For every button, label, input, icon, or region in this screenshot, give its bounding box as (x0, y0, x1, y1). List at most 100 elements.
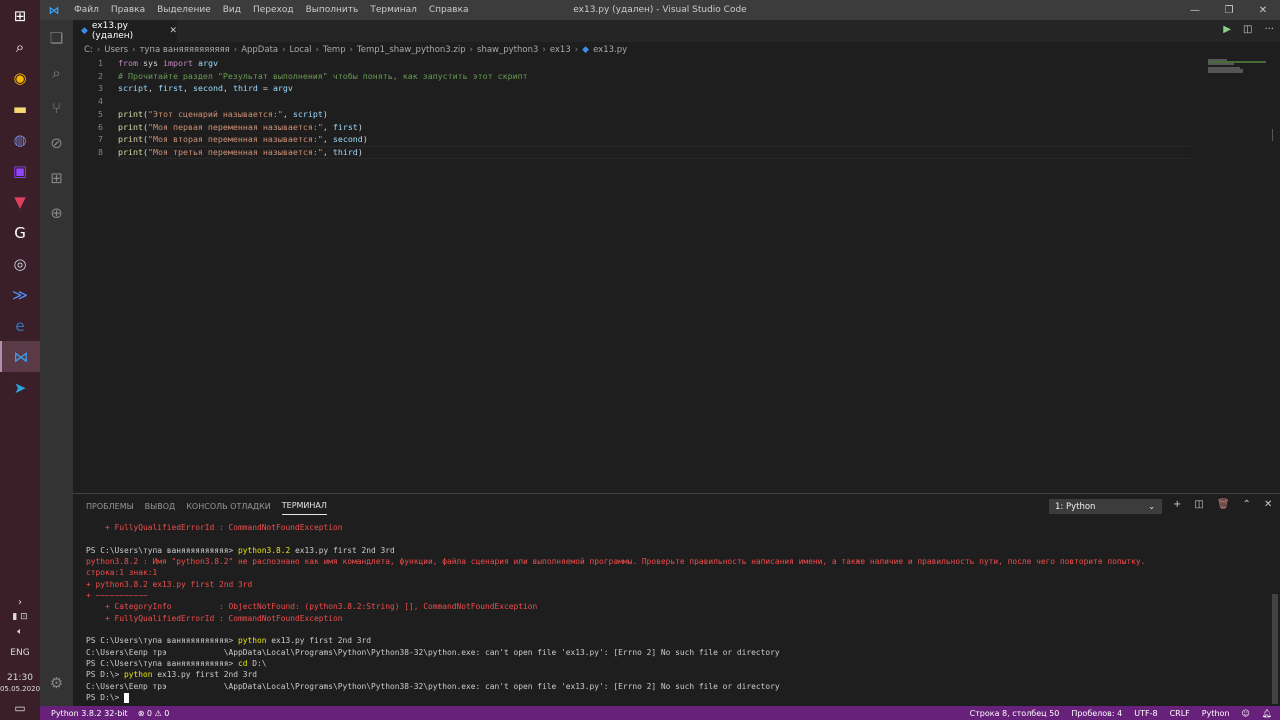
clock-date[interactable]: 05.05.2020 (0, 684, 40, 695)
menu-view[interactable]: Вид (217, 5, 247, 15)
code-text: print("Моя первая переменная называется:… (118, 121, 363, 132)
breadcrumb-item[interactable]: Temp (323, 45, 346, 55)
notifications-icon[interactable]: ▭ (14, 702, 25, 714)
windows-start-icon[interactable]: ⊞ (0, 0, 40, 31)
breadcrumb-item[interactable]: Local (290, 45, 312, 55)
menu-selection[interactable]: Выделение (151, 5, 217, 15)
code-text: print("Моя вторая переменная называется:… (118, 134, 368, 145)
terminal-cursor (124, 692, 130, 703)
breadcrumb-item[interactable]: Temp1_shaw_python3.zip (357, 45, 466, 55)
activity-bar: ❏ ⌕ ⑂ ⊘ ⊞ ⊕ ⚙ (40, 20, 73, 706)
tab-terminal[interactable]: ТЕРМИНАЛ (281, 497, 327, 515)
telegram-icon[interactable]: ➤ (0, 372, 40, 403)
chevron-down-icon: ⌄ (1148, 502, 1155, 511)
terminal-scrollbar[interactable] (1272, 594, 1278, 704)
breadcrumb-separator-icon: › (469, 45, 474, 55)
line-number: 2 (98, 70, 103, 81)
restore-icon[interactable]: ❐ (1212, 0, 1246, 20)
breadcrumb-separator-icon: › (282, 45, 286, 55)
extensions-icon[interactable]: ⊞ (40, 160, 73, 195)
breadcrumb-item[interactable]: C: (84, 45, 93, 55)
search-icon[interactable]: ⌕ (0, 31, 40, 62)
minimize-icon[interactable]: — (1178, 0, 1212, 20)
volume-icon[interactable]: 🔈︎ (17, 627, 22, 638)
terminal-line: PS D:\> python ex13.py first 2nd 3rd (86, 670, 258, 680)
breadcrumb-item[interactable]: ex13 (550, 45, 571, 55)
menu-go[interactable]: Переход (247, 5, 300, 15)
file-explorer-icon[interactable]: ▬ (0, 93, 40, 124)
menu-terminal[interactable]: Терминал (364, 5, 423, 15)
powershell-icon[interactable]: ≫ (0, 279, 40, 310)
maximize-panel-icon[interactable]: ⌃ (1243, 499, 1251, 510)
run-debug-icon[interactable]: ⊘ (40, 125, 73, 160)
steam-icon[interactable]: ◎ (0, 248, 40, 279)
breadcrumb-item[interactable]: Users (104, 45, 128, 55)
twitch-icon[interactable]: ▣ (0, 155, 40, 186)
encoding[interactable]: UTF-8 (1134, 709, 1157, 718)
clock-time[interactable]: 21:30 (7, 673, 33, 684)
breadcrumb-item[interactable]: AppData (241, 45, 278, 55)
close-panel-icon[interactable]: ✕ (1264, 499, 1272, 510)
python-interpreter[interactable]: Python 3.8.2 32-bit (51, 709, 128, 718)
split-terminal-icon[interactable]: ◫ (1194, 499, 1203, 510)
bell-icon[interactable]: 🔔︎ (1262, 709, 1272, 718)
menu-edit[interactable]: Правка (105, 5, 151, 15)
code-text: script, first, second, third = argv (118, 83, 293, 94)
language-mode[interactable]: Python (1202, 709, 1230, 718)
breadcrumb-separator-icon: › (233, 45, 238, 55)
indentation[interactable]: Пробелов: 4 (1071, 709, 1122, 718)
breadcrumb-item[interactable]: ex13.py (593, 45, 627, 55)
remote-explorer-icon[interactable]: ⊕ (40, 195, 73, 230)
terminal-select[interactable]: 1: Python ⌄ (1049, 499, 1162, 514)
close-window-icon[interactable]: ✕ (1246, 0, 1280, 20)
run-icon[interactable]: ▶ (1223, 24, 1231, 35)
line-ending[interactable]: CRLF (1170, 709, 1190, 718)
mic-network-icon[interactable]: ▮ ⊡ (12, 612, 27, 623)
cursor-position[interactable]: Строка 8, столбец 50 (970, 709, 1060, 718)
logitech-icon[interactable]: G (0, 217, 40, 248)
search-icon[interactable]: ⌕ (40, 55, 73, 90)
terminal-line: C:\Users\Еелр трэ \AppData\Local\Program… (86, 681, 780, 691)
terminal-line: + python3.8.2 ex13.py first 2nd 3rd (86, 579, 253, 589)
terminal-line: PS D:\> (86, 692, 1266, 703)
bottom-panel: ПРОБЛЕМЫ ВЫВОД КОНСОЛЬ ОТЛАДКИ ТЕРМИНАЛ … (73, 493, 1280, 706)
minimap[interactable] (1208, 59, 1272, 73)
breadcrumb-item[interactable]: тупа ваняяяяяяяяяя (139, 45, 229, 55)
new-terminal-icon[interactable]: + (1173, 499, 1181, 510)
breadcrumb-item[interactable]: shaw_python3 (477, 45, 538, 55)
scrollbar[interactable] (1272, 129, 1280, 141)
explorer-icon[interactable]: ❏ (40, 20, 73, 55)
chevron-up-icon[interactable]: › (18, 597, 22, 608)
python-file-icon: ◆ (81, 26, 88, 36)
code-editor[interactable]: 1 from sys import argv 2 # Прочитайте разде… (73, 57, 1280, 493)
breadcrumb-separator-icon: › (315, 45, 319, 55)
tab-debug-console[interactable]: КОНСОЛЬ ОТЛАДКИ (186, 498, 271, 515)
more-actions-icon[interactable]: ··· (1264, 24, 1274, 35)
tab-problems[interactable]: ПРОБЛЕМЫ (86, 498, 134, 515)
language-indicator[interactable]: ENG (10, 648, 29, 659)
feedback-icon[interactable]: ☺ (1242, 709, 1250, 718)
chrome-icon[interactable]: ◉ (0, 62, 40, 93)
code-text: print("Моя третья переменная называется:… (118, 146, 363, 157)
app-icon[interactable]: ▼ (0, 186, 40, 217)
split-editor-icon[interactable]: ◫ (1243, 24, 1252, 35)
terminal-output[interactable]: + FullyQualifiedErrorId : CommandNotFoun… (86, 522, 1266, 707)
terminal-line: C:\Users\Еелр трэ \AppData\Local\Program… (86, 647, 780, 657)
close-icon[interactable]: ✕ (169, 26, 177, 36)
edge-icon[interactable]: e (0, 310, 40, 341)
breadcrumb-separator-icon: › (96, 45, 101, 55)
tab-ex13[interactable]: ◆ ex13.py (удален) ✕ (73, 20, 177, 42)
vscode-taskbar-icon[interactable]: ⋈ (0, 341, 40, 372)
tab-output[interactable]: ВЫВОД (145, 498, 176, 515)
discord-icon[interactable]: ◍ (0, 124, 40, 155)
gear-icon[interactable]: ⚙ (40, 665, 73, 700)
menu-help[interactable]: Справка (423, 5, 475, 15)
trash-icon[interactable]: 🗑︎ (1217, 499, 1230, 510)
source-control-icon[interactable]: ⑂ (40, 90, 73, 125)
menu-file[interactable]: Файл (68, 5, 105, 15)
menu-run[interactable]: Выполнить (300, 5, 365, 15)
terminal-line: + CategoryInfo : ObjectNotFound: (python… (86, 602, 538, 612)
problems-count[interactable]: ⊗ 0 ⚠ 0 (138, 709, 170, 718)
